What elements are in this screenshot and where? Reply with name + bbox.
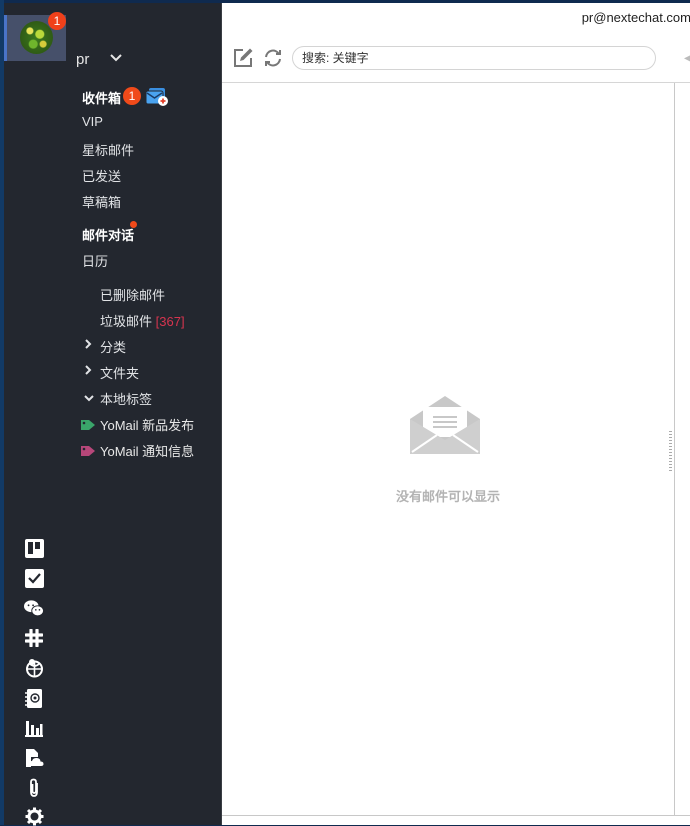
user-email: pr@nextechat.com [581,10,690,25]
sidebar-item-starred[interactable]: 星标邮件 [82,140,134,159]
tag-icon [81,445,95,456]
board-icon[interactable] [24,538,44,558]
account-name[interactable]: pr [76,51,89,68]
sidebar-item-deleted[interactable]: 已删除邮件 [100,285,165,304]
pane-resize-divider[interactable] [674,83,675,815]
globe-icon[interactable] [24,658,44,678]
chevron-down-icon[interactable] [84,391,94,405]
sidebar-tag-product-release[interactable]: YoMail 新品发布 [81,415,194,434]
avatar-unread-badge: 1 [48,12,66,30]
sidebar: 1 pr 收件箱 1 VIP 星标邮件 已发送 草稿箱 邮件对话 日历 已删除邮… [4,3,221,825]
sidebar-item-vip[interactable]: VIP [82,114,103,129]
mail-app-window: 1 pr 收件箱 1 VIP 星标邮件 已发送 草稿箱 邮件对话 日历 已删除邮… [4,3,690,825]
spam-count: [367] [155,314,185,329]
empty-mail-envelope-icon [409,395,481,455]
sidebar-tag-notifications[interactable]: YoMail 通知信息 [81,441,194,460]
stats-chart-icon[interactable] [24,718,44,738]
sidebar-group-local-tags[interactable]: 本地标签 [100,389,152,408]
spam-label: 垃圾邮件 [100,314,153,329]
attachment-icon[interactable] [24,778,44,798]
chevron-right-icon[interactable] [84,338,92,352]
sidebar-item-inbox[interactable]: 收件箱 [82,88,121,107]
wechat-icon[interactable] [24,598,44,618]
empty-state-message: 没有邮件可以显示 [395,489,500,504]
refresh-icon[interactable] [262,47,284,69]
slack-icon[interactable] [24,628,44,648]
avatar [20,21,53,54]
conversations-new-dot [130,221,137,228]
sidebar-group-folders[interactable]: 文件夹 [100,363,139,382]
chevron-right-icon[interactable] [84,364,92,378]
tag-label: YoMail 通知信息 [100,444,195,459]
search-input[interactable]: 搜索: 关键字 [292,46,656,70]
address-book-icon[interactable] [24,688,44,708]
resize-grip-handle[interactable] [669,431,672,471]
settings-gear-icon[interactable] [24,806,44,826]
toolbar-divider [222,82,690,83]
task-check-icon[interactable] [24,568,44,588]
bottom-divider [222,815,690,816]
sidebar-item-calendar[interactable]: 日历 [82,251,108,270]
tag-icon [81,419,95,430]
inbox-unread-badge: 1 [123,87,141,105]
account-avatar-button[interactable]: 1 [4,12,66,61]
new-mail-accounts-icon[interactable] [145,87,169,107]
sidebar-item-spam[interactable]: 垃圾邮件 [367] [100,311,185,330]
mail-list-pane: pr@nextechat.com 搜索: 关键字 ◀ 没有邮件可以显示 [221,3,690,825]
tag-label: YoMail 新品发布 [100,418,195,433]
sidebar-item-sent[interactable]: 已发送 [82,166,121,185]
compose-icon[interactable] [232,47,254,69]
collapse-arrow-icon[interactable]: ◀ [684,53,690,64]
sidebar-item-conversations[interactable]: 邮件对话 [82,225,134,244]
chevron-down-icon[interactable] [110,50,122,65]
cloud-file-icon[interactable] [24,748,44,768]
sidebar-item-drafts[interactable]: 草稿箱 [82,192,121,211]
sidebar-group-categories[interactable]: 分类 [100,337,126,356]
